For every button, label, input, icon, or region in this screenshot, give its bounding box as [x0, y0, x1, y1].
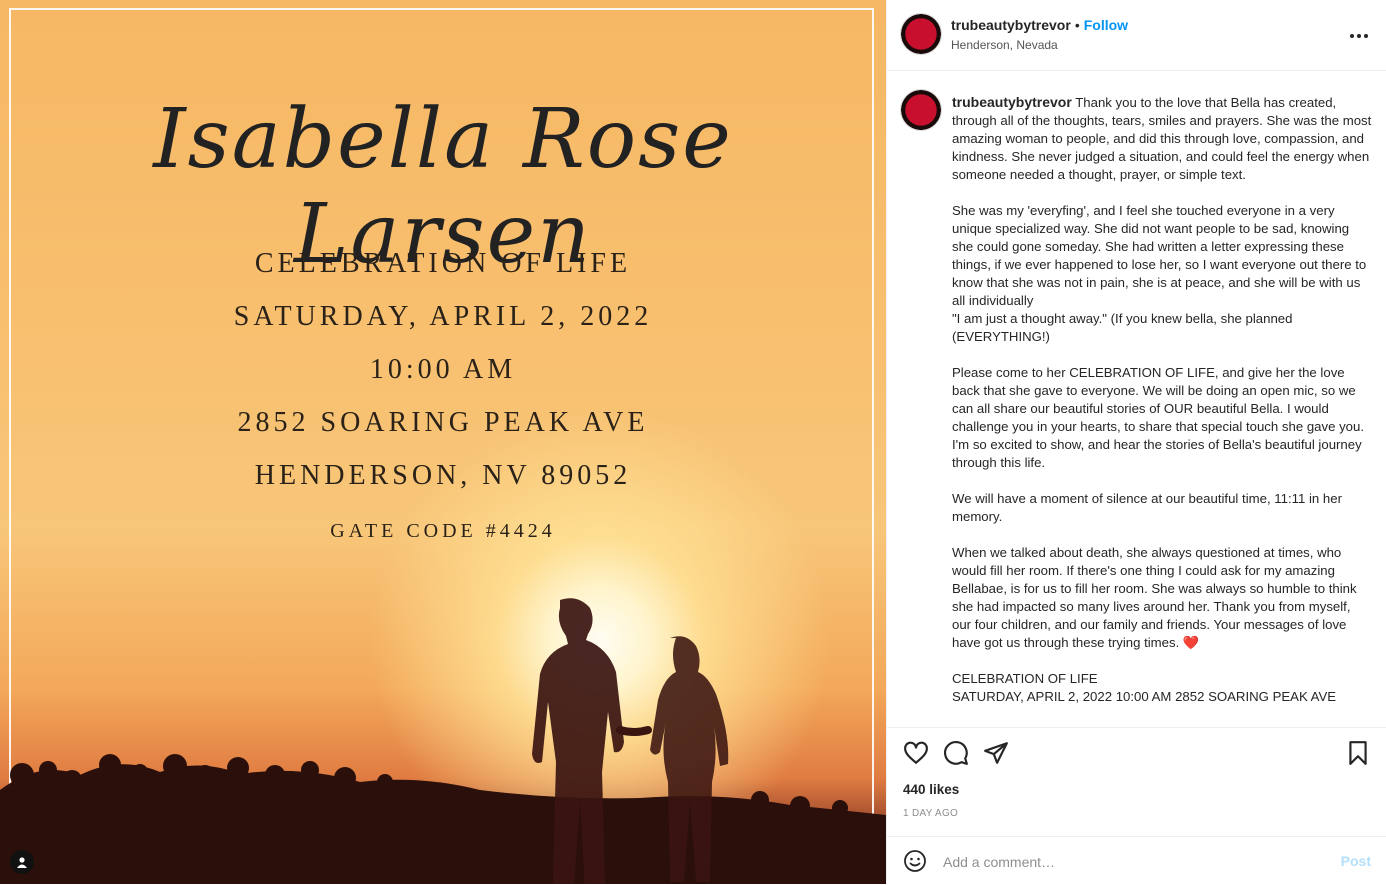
more-options-icon[interactable]	[1349, 22, 1369, 45]
event-date: SATURDAY, APRIL 2, 2022	[233, 301, 653, 332]
caption-avatar[interactable]	[900, 89, 942, 131]
event-time: 10:00 AM	[369, 354, 517, 385]
caption-tail: CELEBRATION OF LIFE SATURDAY, APRIL 2, 2…	[952, 671, 1337, 704]
caption-text: Thank you to the love that Bella has cre…	[952, 95, 1372, 650]
heart-emoji: ❤️	[1182, 635, 1200, 650]
avatar[interactable]	[900, 13, 942, 55]
share-icon[interactable]	[983, 740, 1009, 766]
comment-bar: Post	[887, 836, 1386, 885]
user-icon[interactable]	[10, 850, 34, 874]
header-user-row: trubeautybytrevor • Follow	[951, 17, 1128, 33]
heart-icon[interactable]	[903, 740, 929, 766]
location-link[interactable]: Henderson, Nevada	[951, 38, 1058, 52]
couple-silhouette	[0, 598, 886, 884]
gate-code: GATE CODE #4424	[330, 520, 556, 542]
comment-input[interactable]	[941, 849, 1325, 875]
header-username[interactable]: trubeautybytrevor	[951, 17, 1071, 33]
bookmark-icon[interactable]	[1345, 740, 1371, 766]
caption: trubeautybytrevor Thank you to the love …	[952, 93, 1372, 706]
comment-icon[interactable]	[943, 740, 969, 766]
action-bar	[887, 727, 1386, 778]
post-timestamp[interactable]: 1 DAY AGO	[903, 808, 958, 819]
post-image[interactable]: Isabella Rose Larsen CELEBRATION OF LIFE…	[0, 0, 886, 884]
post-panel: trubeautybytrevor • Follow Henderson, Neva…	[886, 0, 1386, 884]
comments-area[interactable]: trubeautybytrevor Thank you to the love …	[887, 71, 1386, 726]
post-header: trubeautybytrevor • Follow Henderson, Neva…	[887, 0, 1386, 71]
separator-dot: •	[1074, 17, 1080, 33]
event-street: 2852 SOARING PEAK AVE	[237, 407, 649, 438]
follow-button[interactable]: Follow	[1084, 17, 1128, 33]
caption-username[interactable]: trubeautybytrevor	[952, 94, 1072, 110]
post-button[interactable]: Post	[1341, 853, 1371, 869]
likes-count[interactable]: 440 likes	[903, 782, 959, 797]
event-title: CELEBRATION OF LIFE	[254, 248, 632, 279]
event-city: HENDERSON, NV 89052	[254, 460, 632, 491]
emoji-icon[interactable]	[903, 849, 927, 873]
